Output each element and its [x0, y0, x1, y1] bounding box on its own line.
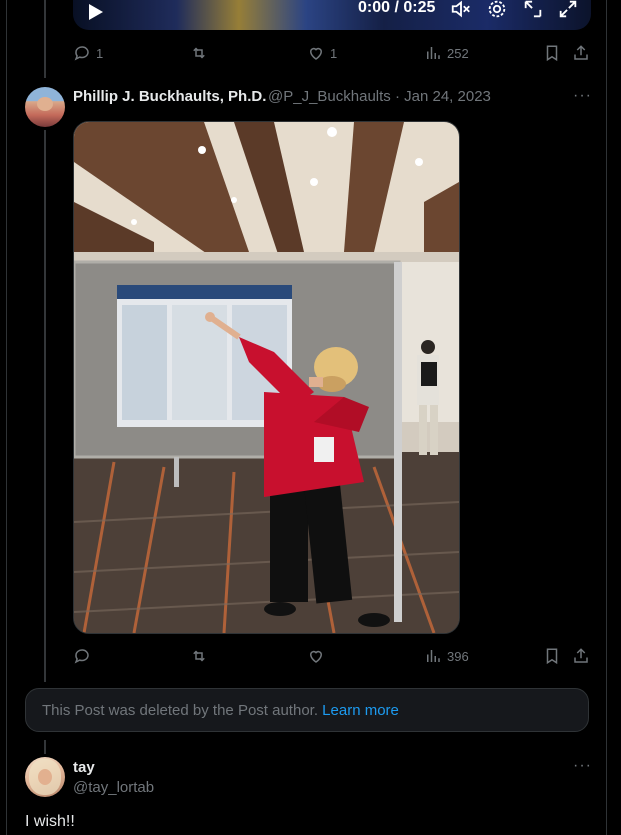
view-count: 396	[447, 648, 469, 664]
fullscreen-icon[interactable]	[557, 0, 579, 20]
video-player[interactable]: 0:00 / 0:25	[73, 0, 591, 30]
learn-more-link[interactable]: Learn more	[322, 702, 399, 719]
analytics-icon	[427, 650, 440, 662]
repost-icon	[193, 47, 205, 59]
reply-button[interactable]: 1	[73, 44, 103, 62]
reply-count: 1	[96, 45, 104, 61]
post-date[interactable]: Jan 24, 2023	[404, 88, 491, 105]
post-image[interactable]	[73, 121, 460, 634]
author-name[interactable]: Phillip J. Buckhaults, Ph.D.	[73, 88, 266, 105]
exit-icon[interactable]	[522, 0, 544, 20]
share-icon[interactable]	[572, 44, 590, 62]
thread-line-middle	[44, 130, 46, 682]
photo-illustration	[74, 122, 459, 633]
reply-author-handle[interactable]: @tay_lortab	[73, 779, 154, 796]
reply-author-name[interactable]: tay	[73, 759, 95, 776]
thread-line-bottom	[44, 740, 46, 754]
share-icon[interactable]	[572, 647, 590, 665]
author-handle[interactable]: @P_J_Buckhaults · Jan 24, 2023	[268, 88, 491, 105]
mute-icon[interactable]	[450, 0, 472, 20]
reply-icon	[74, 649, 89, 664]
video-time: 0:00 / 0:25	[358, 0, 436, 16]
reply-button[interactable]	[73, 647, 96, 665]
like-count: 1	[330, 45, 338, 61]
analytics-icon	[427, 47, 440, 59]
view-count: 252	[447, 45, 469, 61]
repost-button[interactable]	[190, 647, 213, 665]
heart-icon	[309, 47, 323, 60]
post-actions: 1 1 252	[73, 44, 593, 66]
thread-line-top	[44, 0, 46, 78]
play-icon[interactable]	[89, 4, 103, 20]
avatar[interactable]	[25, 87, 65, 127]
repost-icon	[193, 650, 205, 662]
reply-text: I wish!!	[25, 813, 75, 830]
heart-icon	[309, 650, 323, 663]
more-options-button[interactable]: ···	[573, 757, 592, 775]
column-border-left	[6, 0, 7, 835]
views-button[interactable]: 252	[424, 44, 469, 62]
deleted-notice-text: This Post was deleted by the Post author…	[42, 702, 318, 719]
like-button[interactable]: 1	[307, 44, 337, 62]
avatar[interactable]	[25, 757, 65, 797]
bookmark-icon[interactable]	[543, 44, 561, 62]
deleted-post-notice: This Post was deleted by the Post author…	[25, 688, 589, 732]
like-button[interactable]	[307, 647, 330, 665]
gear-icon[interactable]	[486, 0, 508, 20]
more-options-button[interactable]: ···	[573, 87, 592, 105]
column-border-right	[606, 0, 607, 835]
post-actions: 396	[73, 647, 593, 669]
views-button[interactable]: 396	[424, 647, 469, 665]
bookmark-icon[interactable]	[543, 647, 561, 665]
repost-button[interactable]	[190, 44, 213, 62]
reply-icon	[74, 46, 89, 61]
